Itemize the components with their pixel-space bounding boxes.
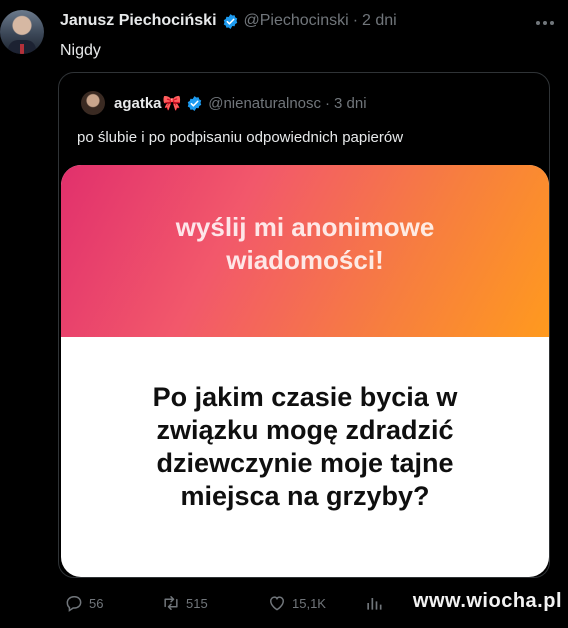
separator-dot: ·	[325, 94, 331, 112]
author-handle[interactable]: @Piechocinski	[244, 12, 349, 30]
gradient-banner: wyślij mi anonimowe wiadomości!	[61, 165, 549, 337]
heart-icon	[269, 596, 285, 611]
quoted-author-avatar[interactable]	[81, 91, 105, 115]
banner-title-line: wiadomości!	[226, 245, 384, 275]
question-line: dziewczynie moje tajne	[156, 448, 454, 478]
watermark: www.wiocha.pl	[412, 590, 562, 612]
repost-button[interactable]: 515	[161, 593, 208, 613]
question-line: związku mogę zdradzić	[156, 415, 454, 445]
quoted-author-name[interactable]: agatka	[114, 95, 162, 112]
reply-icon	[66, 596, 82, 612]
like-count: 15,1K	[292, 595, 326, 611]
question-line: miejsca na grzyby?	[180, 481, 430, 511]
more-options-icon[interactable]	[534, 12, 556, 26]
ribbon-emoji-icon: 🎀	[162, 95, 182, 112]
views-chart-icon	[367, 598, 382, 610]
quoted-tweet-header: agatka 🎀 @nienaturalnosc · 3 dni	[114, 94, 367, 113]
reply-button[interactable]: 56	[64, 593, 103, 613]
repost-icon	[164, 596, 178, 610]
reply-count: 56	[89, 595, 104, 611]
avatar-tie	[20, 44, 24, 54]
attached-image[interactable]: wyślij mi anonimowe wiadomości! Po jakim…	[61, 165, 549, 577]
quoted-tweet-time[interactable]: 3 dni	[334, 95, 367, 112]
author-name[interactable]: Janusz Piechociński	[60, 12, 217, 30]
quoted-tweet[interactable]: agatka 🎀 @nienaturalnosc · 3 dni po ślub…	[58, 72, 550, 578]
separator-dot: ·	[352, 12, 359, 29]
quoted-tweet-text: po ślubie i po podpisaniu odpowiednich p…	[77, 129, 404, 146]
verified-badge-icon	[187, 95, 202, 111]
quoted-author-handle[interactable]: @nienaturalnosc	[208, 95, 321, 112]
tweet-text: Nigdy	[60, 42, 101, 59]
like-button[interactable]: 15,1K	[267, 593, 326, 613]
banner-title: wyślij mi anonimowe wiadomości!	[61, 211, 549, 277]
tweet-header: Janusz Piechociński @Piechocinski · 2 dn…	[60, 12, 397, 30]
verified-badge-icon	[223, 13, 237, 29]
question-line: Po jakim czasie bycia w	[152, 382, 458, 412]
question-text: Po jakim czasie bycia w związku mogę zdr…	[61, 381, 549, 513]
banner-title-line: wyślij mi anonimowe	[175, 212, 435, 242]
repost-count: 515	[186, 595, 208, 611]
author-avatar[interactable]	[0, 10, 44, 54]
views-button[interactable]	[364, 593, 389, 613]
tweet-time[interactable]: 2 dni	[362, 12, 397, 30]
